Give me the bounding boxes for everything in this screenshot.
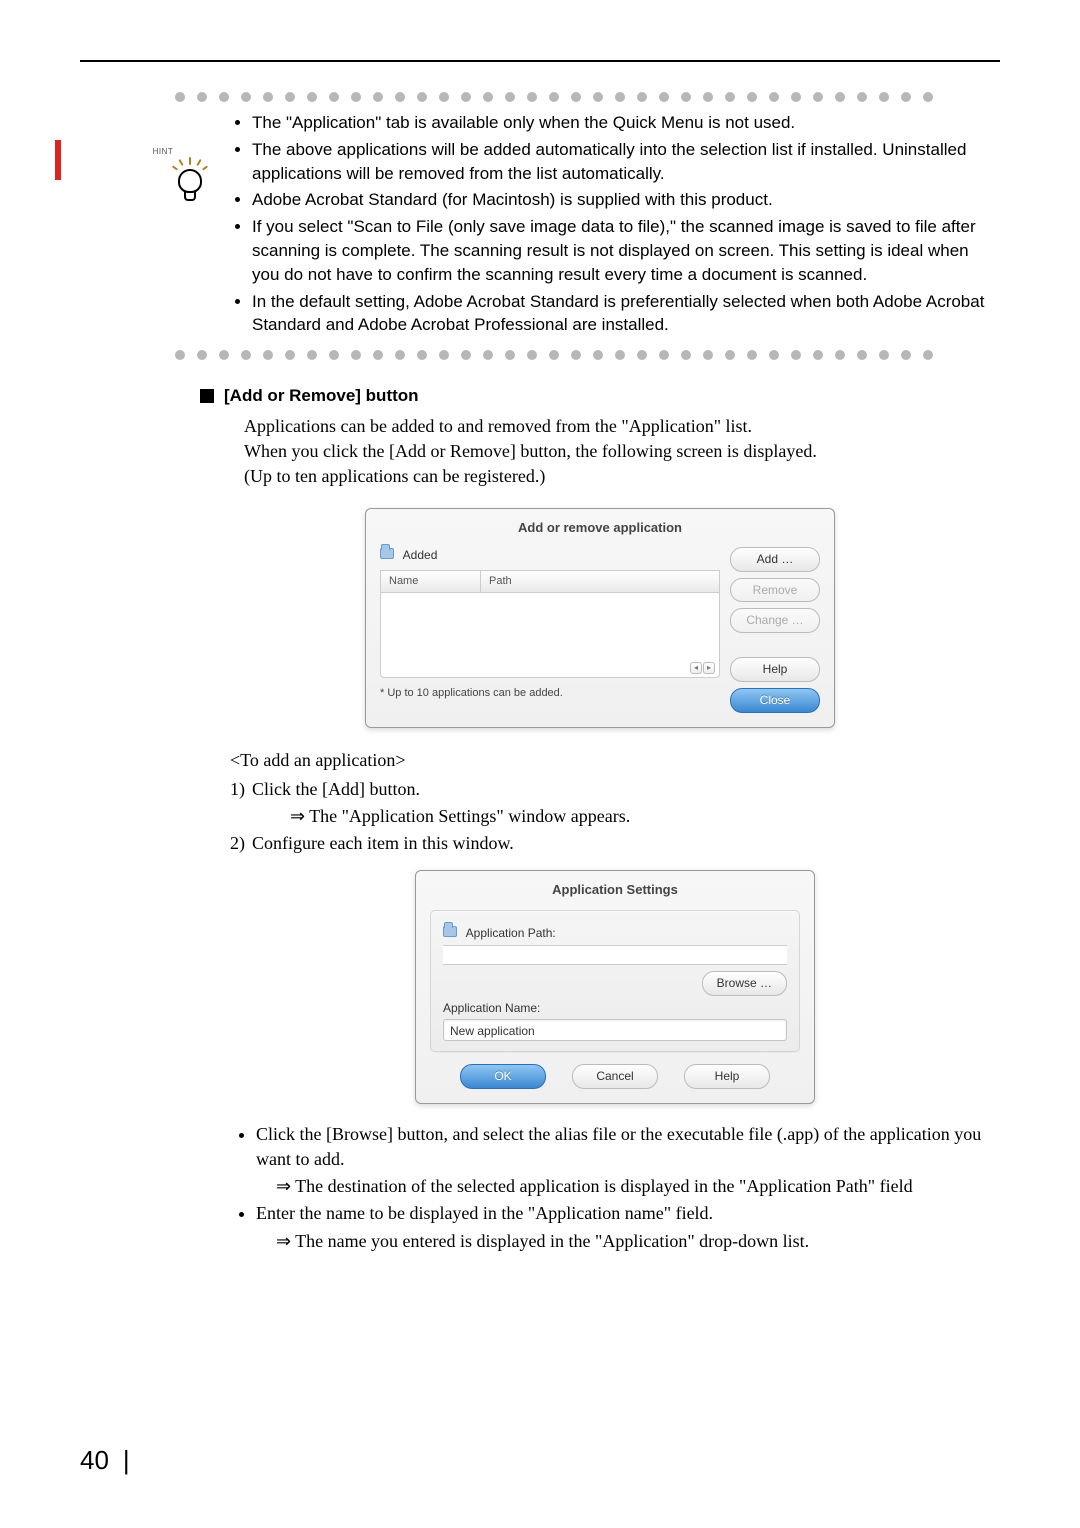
add-button[interactable]: Add …	[730, 547, 820, 572]
app-settings-dialog: Application Settings Application Path: B…	[415, 870, 815, 1103]
page-number: 40|	[80, 1442, 144, 1478]
browse-button[interactable]: Browse …	[702, 971, 787, 996]
application-path-label: Application Path:	[466, 926, 556, 940]
hint-item: Adobe Acrobat Standard (for Macintosh) i…	[252, 188, 1000, 212]
change-button[interactable]: Change …	[730, 608, 820, 633]
help-button[interactable]: Help	[730, 657, 820, 682]
application-name-label: Application Name:	[443, 1000, 787, 1017]
hint-item: The "Application" tab is available only …	[252, 111, 1000, 135]
step-2: 2)Configure each item in this window.	[252, 831, 1000, 856]
column-name[interactable]: Name	[380, 570, 480, 593]
post-bullet: Click the [Browse] button, and select th…	[256, 1122, 1000, 1200]
remove-button[interactable]: Remove	[730, 578, 820, 603]
section-body: Applications can be added to and removed…	[244, 414, 1000, 490]
arrow-icon: ⇒	[276, 1229, 291, 1254]
procedure-subheading: <To add an application>	[230, 748, 1000, 773]
cancel-button[interactable]: Cancel	[572, 1064, 658, 1089]
scroll-left-icon[interactable]: ◂	[690, 662, 702, 674]
dialog-footnote: * Up to 10 applications can be added.	[380, 686, 720, 701]
arrow-icon: ⇒	[276, 1174, 291, 1199]
close-button[interactable]: Close	[730, 688, 820, 713]
arrow-icon: ⇒	[290, 804, 305, 829]
folder-icon	[443, 926, 457, 937]
hint-label: HINT	[153, 146, 174, 157]
hint-item: If you select "Scan to File (only save i…	[252, 215, 1000, 286]
section-bullet-icon	[200, 389, 214, 403]
section-heading: [Add or Remove] button	[224, 384, 419, 408]
dot-row-top	[175, 92, 1000, 102]
table-header: Name Path	[380, 570, 720, 593]
column-path[interactable]: Path	[480, 570, 720, 593]
ok-button[interactable]: OK	[460, 1064, 546, 1089]
scroll-right-icon[interactable]: ▸	[703, 662, 715, 674]
post-bullet: Enter the name to be displayed in the "A…	[256, 1201, 1000, 1253]
application-path-field[interactable]	[443, 945, 787, 965]
dot-row-bottom	[175, 350, 1000, 360]
hint-icon: HINT	[170, 116, 210, 201]
dialog-title: Application Settings	[430, 881, 800, 899]
revision-bar	[55, 140, 61, 180]
hint-item: In the default setting, Adobe Acrobat St…	[252, 290, 1000, 338]
add-remove-dialog: Add or remove application Added Name Pat…	[365, 508, 835, 728]
table-body: ◂ ▸	[380, 593, 720, 678]
hint-list: The "Application" tab is available only …	[230, 108, 1000, 340]
step-1: 1)Click the [Add] button. ⇒The "Applicat…	[252, 777, 1000, 829]
hint-item: The above applications will be added aut…	[252, 138, 1000, 186]
top-rule	[80, 60, 1000, 62]
folder-icon	[380, 548, 394, 559]
dialog-title: Add or remove application	[380, 519, 820, 537]
added-label: Added	[403, 548, 438, 562]
application-name-field[interactable]: New application	[443, 1019, 787, 1041]
help-button[interactable]: Help	[684, 1064, 770, 1089]
